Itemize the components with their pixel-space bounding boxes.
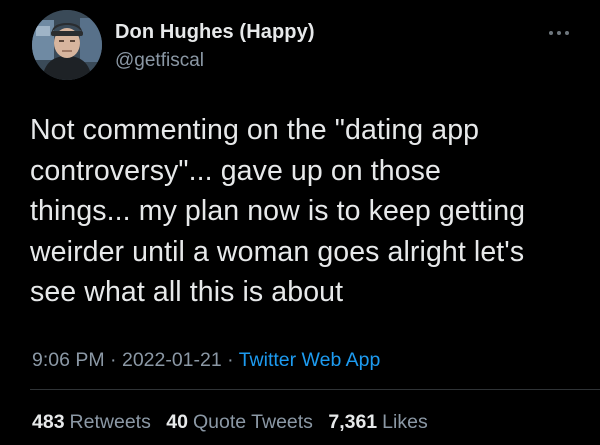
author-display-name[interactable]: Don Hughes (Happy) [115, 21, 315, 44]
tweet-text: Not commenting on the "dating app contro… [30, 114, 526, 308]
likes-label: Likes [382, 411, 428, 433]
likes-stat[interactable]: 7,361 Likes [328, 411, 427, 433]
divider [30, 389, 600, 390]
more-dots-icon [549, 31, 553, 35]
tweet-meta: 9:06 PM · 2022-01-21 · Twitter Web App [32, 349, 380, 372]
user-avatar-icon [32, 10, 102, 80]
author-handle[interactable]: @getfiscal [115, 50, 204, 72]
quote-tweets-stat[interactable]: 40 Quote Tweets [166, 411, 313, 433]
tweet-source-link[interactable]: Twitter Web App [239, 349, 381, 371]
tweet-date[interactable]: 2022-01-21 [122, 349, 222, 371]
more-dots-icon [565, 31, 569, 35]
quote-tweets-label: Quote Tweets [192, 411, 313, 433]
retweets-count: 483 [32, 411, 65, 433]
meta-separator: · [110, 349, 117, 371]
tweet-time[interactable]: 9:06 PM [32, 349, 105, 371]
meta-separator: · [227, 349, 234, 371]
tweet-card: Don Hughes (Happy) @getfiscal Not commen… [0, 0, 600, 445]
more-options-button[interactable] [546, 26, 572, 40]
avatar[interactable] [32, 10, 102, 80]
likes-count: 7,361 [328, 411, 378, 433]
retweets-label: Retweets [69, 411, 151, 433]
quote-tweets-count: 40 [166, 411, 188, 433]
tweet-stats: 483 Retweets 40 Quote Tweets 7,361 Likes [32, 411, 438, 434]
tweet-header: Don Hughes (Happy) @getfiscal [32, 8, 572, 84]
more-dots-icon [557, 31, 561, 35]
retweets-stat[interactable]: 483 Retweets [32, 411, 151, 433]
